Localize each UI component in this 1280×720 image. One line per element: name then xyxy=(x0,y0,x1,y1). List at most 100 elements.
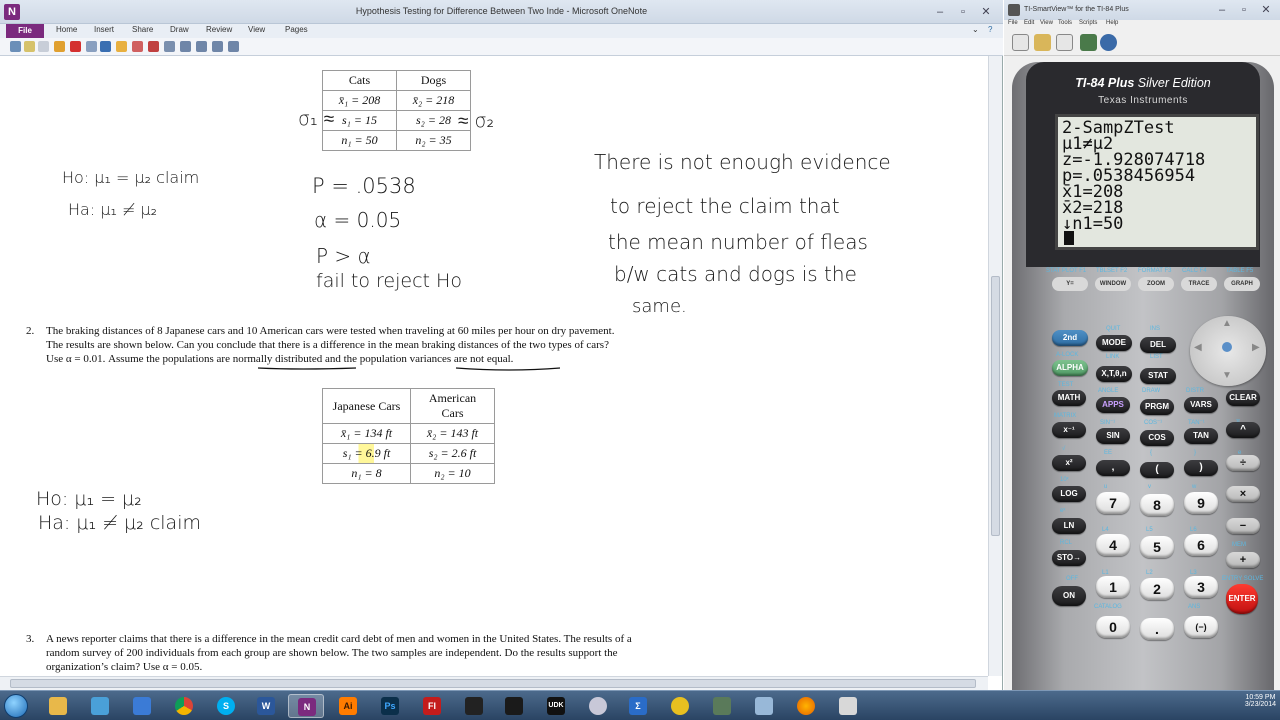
taskbar-music[interactable] xyxy=(662,694,698,718)
square-key[interactable]: x² xyxy=(1052,455,1086,471)
taskbar-skype[interactable]: S xyxy=(208,694,244,718)
taskbar-chrome[interactable] xyxy=(166,694,202,718)
right-paren-key[interactable]: ) xyxy=(1184,460,1218,476)
maximize-icon[interactable]: ▫ xyxy=(955,5,971,19)
comma-key[interactable]: , xyxy=(1096,460,1130,476)
eraser-icon[interactable] xyxy=(132,41,143,52)
window-key[interactable]: WINDOW xyxy=(1095,277,1131,291)
sin-key[interactable]: SIN xyxy=(1096,428,1130,444)
taskbar-settings[interactable] xyxy=(580,694,616,718)
taskbar-udk[interactable]: UDK xyxy=(538,694,574,718)
store-key[interactable]: STO→ xyxy=(1052,550,1086,566)
key-6[interactable]: 6 xyxy=(1184,534,1218,556)
pen-icon[interactable] xyxy=(54,41,65,52)
xt-theta-n-key[interactable]: X,T,θ,n xyxy=(1096,366,1132,382)
key-5[interactable]: 5 xyxy=(1140,536,1174,558)
prgm-key[interactable]: PRGM xyxy=(1140,399,1174,415)
open-icon[interactable] xyxy=(1034,34,1051,51)
enter-key[interactable]: ENTER xyxy=(1226,584,1258,614)
tab-pages[interactable]: Pages xyxy=(285,25,308,34)
close-icon[interactable]: ✕ xyxy=(1258,3,1274,17)
key-9[interactable]: 9 xyxy=(1184,492,1218,514)
key-4[interactable]: 4 xyxy=(1096,534,1130,556)
insert-space-icon[interactable] xyxy=(228,41,239,52)
graph-key[interactable]: GRAPH xyxy=(1224,277,1260,291)
mode-key[interactable]: MODE xyxy=(1096,335,1132,351)
save-icon[interactable] xyxy=(1056,34,1073,51)
scrollbar-thumb[interactable] xyxy=(991,276,1000,536)
left-paren-key[interactable]: ( xyxy=(1140,462,1174,478)
math-key[interactable]: MATH xyxy=(1052,390,1086,406)
menu-file[interactable]: File xyxy=(1008,20,1018,26)
taskbar-word[interactable]: W xyxy=(248,694,284,718)
taskbar-terminal[interactable] xyxy=(456,694,492,718)
taskbar-onenote[interactable]: N xyxy=(288,694,324,718)
tab-home[interactable]: Home xyxy=(56,25,77,34)
second-key[interactable]: 2nd xyxy=(1052,330,1088,346)
horizontal-scrollbar[interactable] xyxy=(0,676,988,690)
log-key[interactable]: LOG xyxy=(1052,486,1086,502)
back-icon[interactable] xyxy=(86,41,97,52)
ln-key[interactable]: LN xyxy=(1052,518,1086,534)
clear-key[interactable]: CLEAR xyxy=(1226,390,1260,406)
del-key[interactable]: DEL xyxy=(1140,337,1176,353)
key-3[interactable]: 3 xyxy=(1184,576,1218,598)
divide-key[interactable]: ÷ xyxy=(1226,455,1260,471)
tab-draw[interactable]: Draw xyxy=(170,25,189,34)
stat-key[interactable]: STAT xyxy=(1140,368,1176,384)
help-icon[interactable]: ? xyxy=(988,25,992,34)
alpha-key[interactable]: ALPHA xyxy=(1052,360,1088,376)
inverse-key[interactable]: x⁻¹ xyxy=(1052,422,1086,438)
tab-share[interactable]: Share xyxy=(132,25,153,34)
taskbar-archive[interactable] xyxy=(704,694,740,718)
start-button[interactable] xyxy=(4,694,28,718)
key-7[interactable]: 7 xyxy=(1096,492,1130,514)
menu-help[interactable]: Help xyxy=(1106,20,1118,26)
tab-view[interactable]: View xyxy=(248,25,265,34)
left-arrow-icon[interactable]: ◀ xyxy=(1194,342,1202,353)
menu-scripts[interactable]: Scripts xyxy=(1079,20,1097,26)
zoom-in-icon[interactable] xyxy=(180,41,191,52)
taskbar-folder[interactable] xyxy=(40,694,76,718)
view-icon[interactable] xyxy=(1080,34,1097,51)
key-0[interactable]: 0 xyxy=(1096,616,1130,638)
taskbar-tool[interactable] xyxy=(496,694,532,718)
undo-icon[interactable] xyxy=(10,41,21,52)
minus-key[interactable]: − xyxy=(1226,518,1260,534)
select-icon[interactable] xyxy=(24,41,35,52)
key-8[interactable]: 8 xyxy=(1140,494,1174,516)
taskbar-illustrator[interactable]: Ai xyxy=(330,694,366,718)
taskbar-math[interactable]: Σ xyxy=(620,694,656,718)
taskbar-firefox[interactable] xyxy=(788,694,824,718)
taskbar-app[interactable] xyxy=(124,694,160,718)
tab-file[interactable]: File xyxy=(6,24,44,38)
key-1[interactable]: 1 xyxy=(1096,576,1130,598)
right-arrow-icon[interactable]: ▶ xyxy=(1252,342,1260,353)
forward-icon[interactable] xyxy=(100,41,111,52)
maximize-icon[interactable]: ▫ xyxy=(1236,3,1252,17)
tab-review[interactable]: Review xyxy=(206,25,232,34)
refresh-icon[interactable] xyxy=(1100,34,1117,51)
key-2[interactable]: 2 xyxy=(1140,578,1174,600)
negative-key[interactable]: (−) xyxy=(1184,616,1218,638)
zoom-out-icon[interactable] xyxy=(196,41,207,52)
down-arrow-icon[interactable]: ▼ xyxy=(1222,370,1232,381)
scrollbar-thumb[interactable] xyxy=(10,679,976,688)
highlighter-icon[interactable] xyxy=(70,41,81,52)
tan-key[interactable]: TAN xyxy=(1184,428,1218,444)
menu-view[interactable]: View xyxy=(1040,20,1053,26)
y-equals-key[interactable]: Y= xyxy=(1052,277,1088,291)
type-icon[interactable] xyxy=(38,41,49,52)
menu-edit[interactable]: Edit xyxy=(1024,20,1034,26)
taskbar-photoshop[interactable]: Ps xyxy=(372,694,408,718)
taskbar-editor[interactable] xyxy=(830,694,866,718)
ribbon-expand-icon[interactable]: ⌄ xyxy=(972,25,979,34)
trace-key[interactable]: TRACE xyxy=(1181,277,1217,291)
pen-color-icon[interactable] xyxy=(116,41,127,52)
decimal-key[interactable]: . xyxy=(1140,618,1174,640)
up-arrow-icon[interactable]: ▲ xyxy=(1222,318,1232,329)
zoom-key[interactable]: ZOOM xyxy=(1138,277,1174,291)
lasso-icon[interactable] xyxy=(148,41,159,52)
caret-key[interactable]: ^ xyxy=(1226,422,1260,438)
plus-key[interactable]: + xyxy=(1226,552,1260,568)
